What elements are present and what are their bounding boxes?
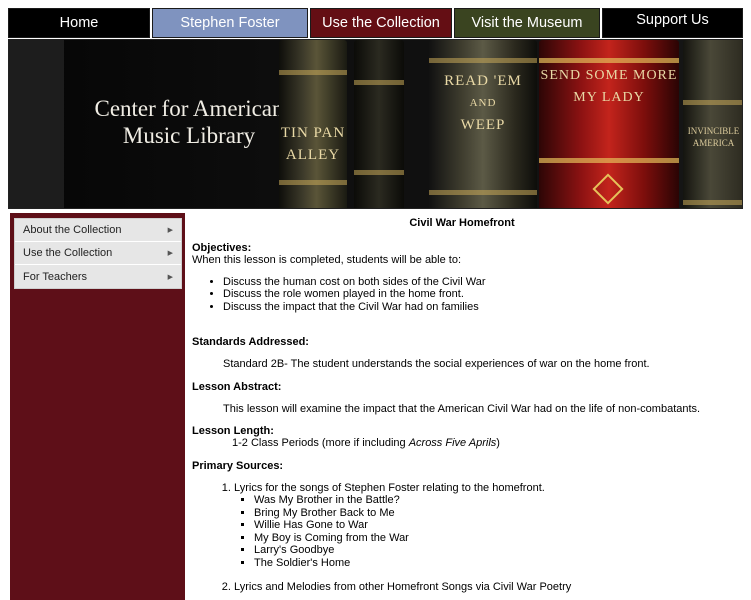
- sidebar-item-use-the-collection[interactable]: Use the Collection ▶: [15, 242, 181, 265]
- sources-list: Lyrics for the songs of Stephen Foster r…: [234, 482, 737, 594]
- header-banner: Center for American Music Library TIN PA…: [8, 39, 743, 209]
- book-spine-read-em-and-weep: READ 'EM AND WEEP: [429, 40, 537, 208]
- objectives-list: Discuss the human cost on both sides of …: [223, 276, 737, 314]
- book5-text-line1: INVINCIBLE: [687, 126, 740, 136]
- banner-left-panel: [9, 40, 64, 208]
- sidebar-menu: About the Collection ▶ Use the Collectio…: [14, 218, 182, 289]
- sources-heading: Primary Sources:: [192, 459, 284, 472]
- book3-text-line1: READ 'EM: [444, 73, 522, 89]
- book-spine-tin-pan-alley: TIN PAN ALLEY: [279, 40, 347, 208]
- book1-text-line1: TIN PAN: [280, 125, 346, 141]
- length-text: 1-2 Class Periods (more if including Acr…: [192, 437, 737, 450]
- abstract-heading: Lesson Abstract:: [192, 380, 282, 393]
- songs-list: Was My Brother in the Battle? Bring My B…: [254, 494, 737, 569]
- book-spine-send-some-more-my-lady: SEND SOME MORE MY LADY: [539, 40, 679, 208]
- nav-visit-the-museum[interactable]: Visit the Museum: [454, 8, 600, 38]
- chevron-right-icon: ▶: [167, 273, 173, 281]
- nav-home[interactable]: Home: [8, 8, 150, 38]
- nav-stephen-foster[interactable]: Stephen Foster: [152, 8, 308, 38]
- chevron-right-icon: ▶: [167, 250, 173, 257]
- nav-use-the-collection[interactable]: Use the Collection: [310, 8, 452, 38]
- nav-support-us[interactable]: Support Us: [602, 8, 743, 38]
- book3-text-line3: WEEP: [460, 117, 506, 133]
- sidebar-item-label: About the Collection: [23, 224, 122, 236]
- book4-text-line2: MY LADY: [573, 90, 645, 105]
- site-title: Center for American Music Library: [89, 95, 289, 149]
- length-text-close: ): [496, 437, 500, 449]
- standards-text: Standard 2B- The student understands the…: [223, 358, 650, 370]
- list-item: Discuss the impact that the Civil War ha…: [223, 301, 737, 314]
- list-item: Discuss the role women played in the hom…: [223, 288, 737, 301]
- list-item: Discuss the human cost on both sides of …: [223, 276, 737, 289]
- song-item: Bring My Brother Back to Me: [254, 507, 737, 520]
- objectives-intro: When this lesson is completed, students …: [192, 254, 462, 266]
- sidebar-item-for-teachers[interactable]: For Teachers ▶: [15, 265, 181, 288]
- book4-text-line1: SEND SOME MORE: [540, 68, 678, 83]
- sidebar-item-label: For Teachers: [23, 270, 87, 283]
- length-heading: Lesson Length:: [192, 425, 274, 437]
- book-spine-plain: [354, 40, 404, 208]
- length-text-main: 1-2 Class Periods (more if including: [232, 437, 409, 449]
- site-title-line1: Center for American: [94, 96, 284, 121]
- sidebar-item-label: Use the Collection: [23, 247, 113, 259]
- source-label: Lyrics and Melodies from other Homefront…: [234, 581, 572, 593]
- song-item: Larry's Goodbye: [254, 544, 737, 557]
- book1-text-line2: ALLEY: [285, 147, 341, 163]
- source-label: Lyrics for the songs of Stephen Foster r…: [234, 481, 545, 494]
- book4-ornament-icon: [592, 173, 624, 205]
- standards-heading: Standards Addressed:: [192, 336, 309, 348]
- book-title-italic: Across Five Aprils: [408, 437, 497, 449]
- top-navigation: Home Stephen Foster Use the Collection V…: [8, 8, 743, 38]
- chevron-right-icon: ▶: [167, 227, 173, 234]
- objectives-heading: Objectives:: [192, 242, 252, 254]
- page-title: Civil War Homefront: [409, 217, 515, 229]
- sidebar-item-about-the-collection[interactable]: About the Collection ▶: [15, 219, 181, 242]
- song-item: The Soldier's Home: [254, 557, 737, 570]
- list-item: Lyrics for the songs of Stephen Foster r…: [234, 482, 737, 582]
- list-item: Lyrics and Melodies from other Homefront…: [234, 581, 737, 594]
- abstract-text: This lesson will examine the impact that…: [223, 402, 701, 415]
- book3-text-line2: AND: [469, 97, 497, 109]
- lesson-content: Civil War Homefront Objectives: When thi…: [192, 217, 737, 594]
- site-title-line2: Music Library: [122, 123, 256, 148]
- song-item: My Boy is Coming from the War: [254, 532, 737, 545]
- song-item: Willie Has Gone to War: [254, 519, 737, 532]
- book5-text-line2: AMERICA: [692, 138, 735, 148]
- song-item: Was My Brother in the Battle?: [254, 494, 737, 507]
- book-spine-invincible-america: INVINCIBLE AMERICA: [683, 40, 742, 208]
